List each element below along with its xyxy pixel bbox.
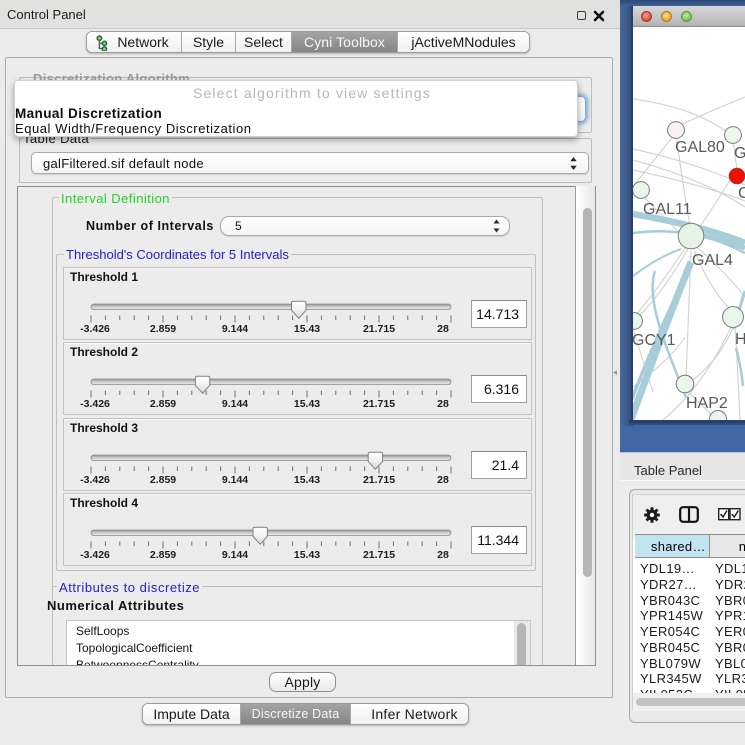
svg-text:C: C (738, 185, 745, 202)
svg-text:H: H (735, 331, 745, 348)
svg-text:GAL11: GAL11 (643, 201, 692, 218)
svg-text:HAP2: HAP2 (686, 395, 728, 412)
svg-text:GAL4: GAL4 (692, 252, 733, 269)
svg-text:GAL80: GAL80 (675, 139, 725, 156)
svg-text:GCY1: GCY1 (633, 332, 676, 349)
svg-text:G: G (734, 145, 745, 162)
